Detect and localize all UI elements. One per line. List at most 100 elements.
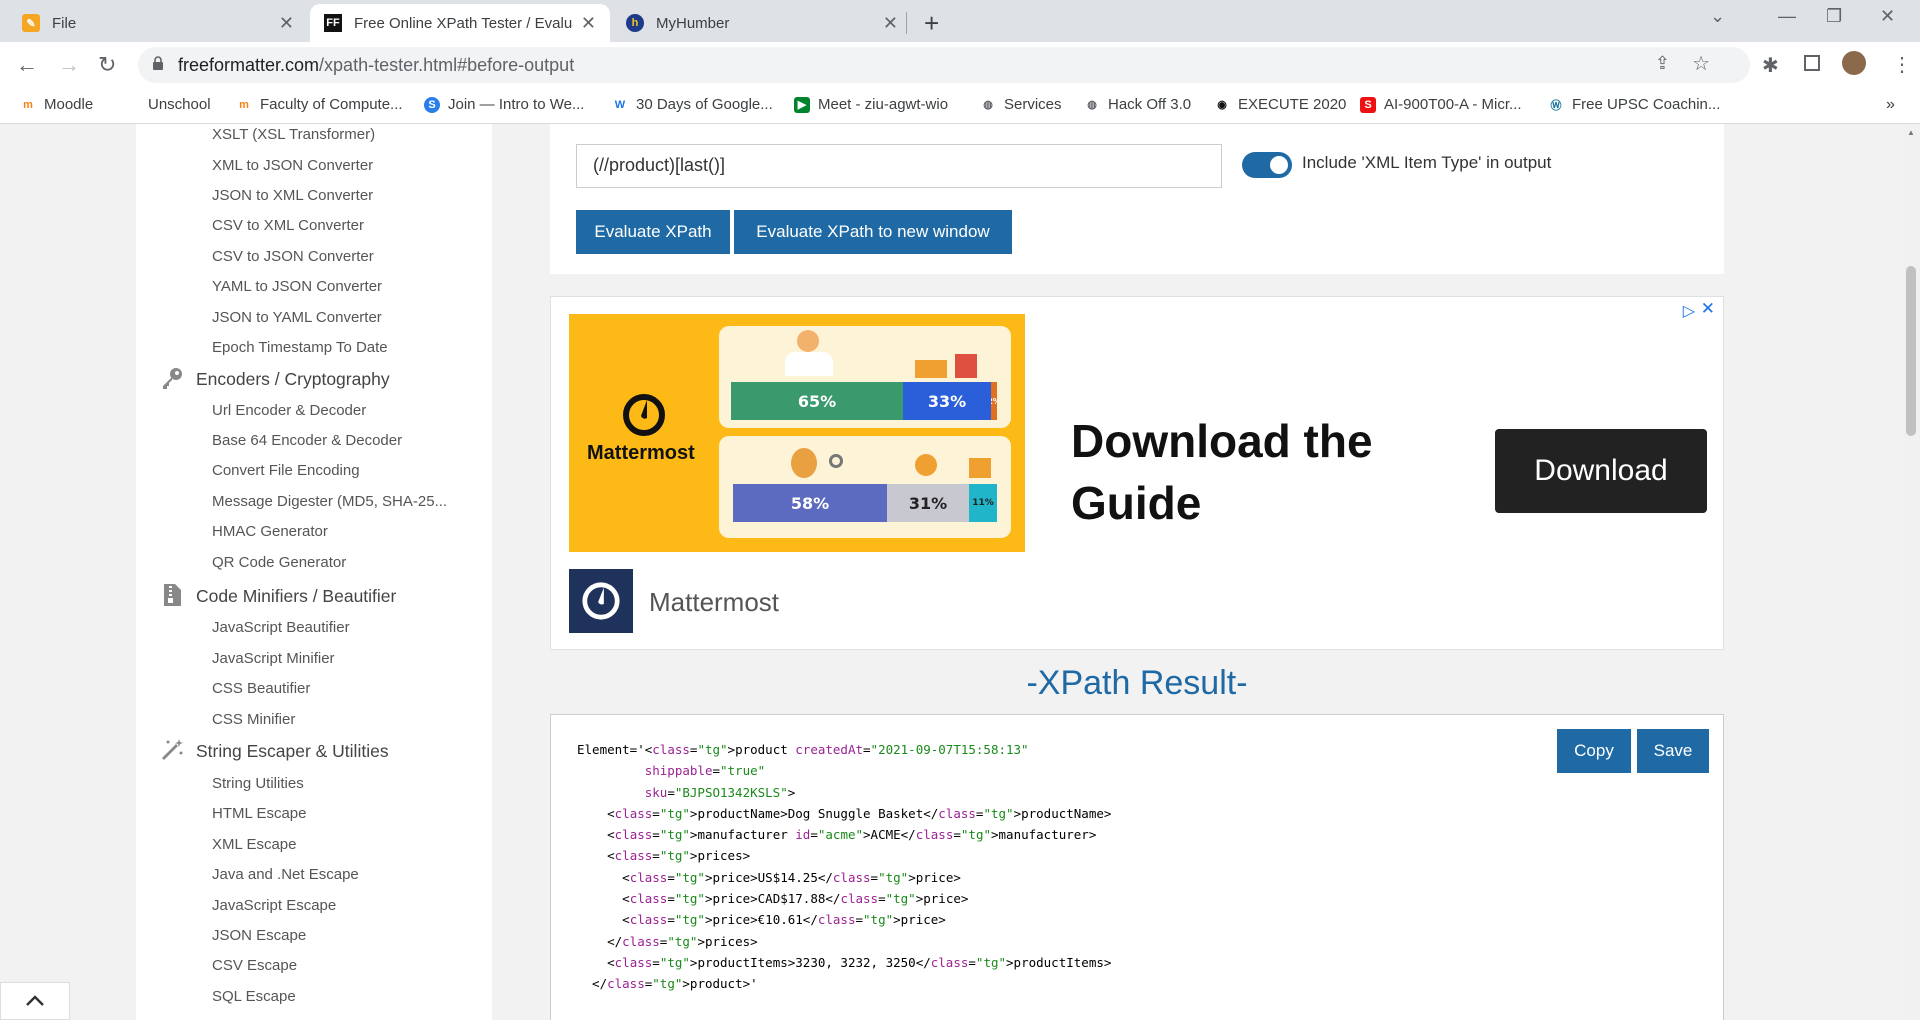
tab-separator bbox=[906, 12, 907, 34]
bookmark-label: Unschool bbox=[148, 96, 211, 113]
tab-search-icon[interactable]: ⌄ bbox=[1710, 6, 1725, 27]
code-line: Element='<class="tg">product createdAt="… bbox=[577, 742, 1029, 757]
bookmark-label: Free UPSC Coachin... bbox=[1572, 96, 1721, 113]
tab-file[interactable]: ✎ File ✕ bbox=[8, 4, 308, 42]
sidebar-group-title[interactable]: Encoders / Cryptography bbox=[196, 369, 390, 390]
sidebar-item[interactable]: String Utilities bbox=[212, 775, 304, 792]
scroll-top-button[interactable] bbox=[0, 982, 70, 1020]
copy-button[interactable]: Copy bbox=[1557, 729, 1631, 773]
save-button[interactable]: Save bbox=[1637, 729, 1709, 773]
new-tab-icon[interactable]: + bbox=[924, 8, 939, 39]
bookmark-upsc[interactable]: Ⓦ Free UPSC Coachin... bbox=[1548, 96, 1721, 113]
close-icon[interactable]: ✕ bbox=[581, 13, 596, 34]
sidebar-item[interactable]: CSV to JSON Converter bbox=[212, 248, 374, 265]
more-bookmarks-icon[interactable]: » bbox=[1886, 96, 1895, 114]
star-icon[interactable]: ☆ bbox=[1692, 51, 1710, 76]
stat-card: 65% 33% 2% bbox=[719, 326, 1011, 428]
sidebar-item[interactable]: JavaScript Minifier bbox=[212, 650, 335, 667]
tab-myhumber[interactable]: h MyHumber ✕ bbox=[612, 4, 912, 42]
sidebar-item[interactable]: Url Encoder & Decoder bbox=[212, 402, 366, 419]
sidebar-item[interactable]: QR Code Generator bbox=[212, 554, 346, 571]
bookmark-meet[interactable]: ▶ Meet - ziu-agwt-wio bbox=[794, 96, 948, 113]
bookmark-services[interactable]: ◍ Services bbox=[980, 96, 1062, 113]
sidebar-item[interactable]: Base 64 Encoder & Decoder bbox=[212, 432, 402, 449]
sidebar-item[interactable]: CSV Escape bbox=[212, 957, 297, 974]
menu-icon[interactable]: ⋮ bbox=[1892, 52, 1912, 77]
sidebar-item[interactable]: CSS Minifier bbox=[212, 711, 295, 728]
share-icon[interactable]: ⇪ bbox=[1655, 53, 1670, 74]
adchoices-icon[interactable]: ▷ bbox=[1683, 301, 1695, 321]
person-illustration bbox=[797, 330, 819, 352]
code-line: <class="tg">productName>Dog Snuggle Bask… bbox=[577, 805, 1112, 821]
sidebar-item[interactable]: HTML Escape bbox=[212, 805, 306, 822]
close-icon[interactable]: ✕ bbox=[883, 13, 898, 34]
sidebar-group-title[interactable]: Code Minifiers / Beautifier bbox=[196, 586, 396, 607]
minimize-icon[interactable]: — bbox=[1778, 6, 1796, 27]
url-text: freeformatter.com/xpath-tester.html#befo… bbox=[178, 55, 574, 76]
evaluate-new-window-button[interactable]: Evaluate XPath to new window bbox=[734, 210, 1012, 254]
bookmark-hackoff[interactable]: ◍ Hack Off 3.0 bbox=[1084, 96, 1191, 113]
code-line: <class="tg">price>€10.61</class="tg">pri… bbox=[577, 912, 946, 928]
sidebar-item[interactable]: XML Escape bbox=[212, 836, 297, 853]
include-type-toggle[interactable] bbox=[1242, 152, 1292, 178]
scroll-up-icon[interactable]: ▲ bbox=[1907, 128, 1915, 137]
sidebar-group-title[interactable]: String Escaper & Utilities bbox=[196, 741, 389, 762]
bookmark-execute[interactable]: ◉ EXECUTE 2020 bbox=[1214, 96, 1346, 113]
sidebar-item[interactable]: XSLT (XSL Transformer) bbox=[212, 126, 375, 143]
sidebar-item[interactable]: Java and .Net Escape bbox=[212, 866, 359, 883]
sidebar-item[interactable]: Convert File Encoding bbox=[212, 462, 360, 479]
sidebar-item[interactable]: XML to JSON Converter bbox=[212, 157, 373, 174]
sidebar-item[interactable]: JSON Escape bbox=[212, 927, 306, 944]
sidebar-item[interactable]: JSON to XML Converter bbox=[212, 187, 373, 204]
file-zip-icon bbox=[164, 584, 181, 606]
xpath-expression-input[interactable]: (//product)[last()] bbox=[576, 144, 1222, 188]
ad-close-icon[interactable]: ✕ bbox=[1701, 299, 1715, 319]
sidebar-item[interactable]: CSS Beautifier bbox=[212, 680, 310, 697]
sidebar-item[interactable]: JSON to YAML Converter bbox=[212, 309, 382, 326]
page-scrollbar[interactable]: ▲ bbox=[1902, 124, 1920, 1020]
forward-icon[interactable]: → bbox=[58, 52, 80, 78]
address-bar[interactable]: freeformatter.com/xpath-tester.html#befo… bbox=[138, 47, 1750, 83]
tab-strip: ✎ File ✕ FF Free Online XPath Tester / E… bbox=[0, 0, 1920, 42]
bookmark-faculty[interactable]: m Faculty of Compute... bbox=[236, 96, 402, 113]
sidebar-item[interactable]: Epoch Timestamp To Date bbox=[212, 339, 388, 356]
bookmark-moodle[interactable]: m Moodle bbox=[20, 96, 93, 113]
pencil-icon: ✎ bbox=[22, 14, 40, 32]
result-box: Copy Save Element='<class="tg">product c… bbox=[550, 714, 1724, 1020]
bookmark-label: Services bbox=[1004, 96, 1062, 113]
ad-image: Mattermost 65% 33% 2% 58% 31% bbox=[569, 314, 1025, 552]
tab-xpath-tester[interactable]: FF Free Online XPath Tester / Evaluator … bbox=[310, 4, 610, 42]
side-panel-icon[interactable] bbox=[1804, 55, 1820, 71]
extensions-icon[interactable]: ✱ bbox=[1762, 53, 1779, 78]
sidebar-item[interactable]: CSV to XML Converter bbox=[212, 217, 364, 234]
sidebar-item[interactable]: YAML to JSON Converter bbox=[212, 278, 382, 295]
bookmark-join[interactable]: S Join — Intro to We... bbox=[424, 96, 584, 113]
ad-download-button[interactable]: Download bbox=[1495, 429, 1707, 513]
tab-title: MyHumber bbox=[656, 14, 730, 32]
bookmark-label: Hack Off 3.0 bbox=[1108, 96, 1192, 113]
advertisement[interactable]: ▷ ✕ Mattermost 65% 33% 2% bbox=[550, 296, 1724, 650]
code-line: shippable="true" bbox=[644, 763, 766, 779]
bookmark-label: Meet - ziu-agwt-wio bbox=[818, 96, 949, 113]
stat-card: 58% 31% 11% bbox=[719, 436, 1011, 538]
close-icon[interactable]: ✕ bbox=[279, 13, 294, 34]
sidebar-item[interactable]: HMAC Generator bbox=[212, 523, 328, 540]
restore-icon[interactable]: ❐ bbox=[1826, 6, 1842, 27]
bar-segment: 65% bbox=[731, 382, 903, 420]
reload-icon[interactable]: ↻ bbox=[98, 52, 116, 78]
sidebar-item[interactable]: Message Digester (MD5, SHA-25... bbox=[212, 493, 447, 510]
code-line: sku="BJPSO1342KSLS"> bbox=[644, 784, 796, 800]
sidebar-item[interactable]: JavaScript Beautifier bbox=[212, 619, 350, 636]
sidebar-item[interactable]: SQL Escape bbox=[212, 988, 296, 1005]
bookmark-30days[interactable]: W 30 Days of Google... bbox=[612, 96, 773, 113]
bookmark-ai900[interactable]: S AI-900T00-A - Micr... bbox=[1360, 96, 1522, 113]
evaluate-xpath-button[interactable]: Evaluate XPath bbox=[576, 210, 730, 254]
avatar[interactable] bbox=[1842, 51, 1866, 75]
bookmark-label: Moodle bbox=[44, 96, 94, 113]
back-icon[interactable]: ← bbox=[16, 52, 38, 78]
code-line: </class="tg">product>' bbox=[577, 976, 758, 992]
sidebar-item[interactable]: JavaScript Escape bbox=[212, 897, 336, 914]
scrollbar-thumb[interactable] bbox=[1906, 266, 1916, 436]
bookmark-unschool[interactable]: Unschool bbox=[124, 96, 211, 113]
window-close-icon[interactable]: ✕ bbox=[1880, 6, 1895, 27]
